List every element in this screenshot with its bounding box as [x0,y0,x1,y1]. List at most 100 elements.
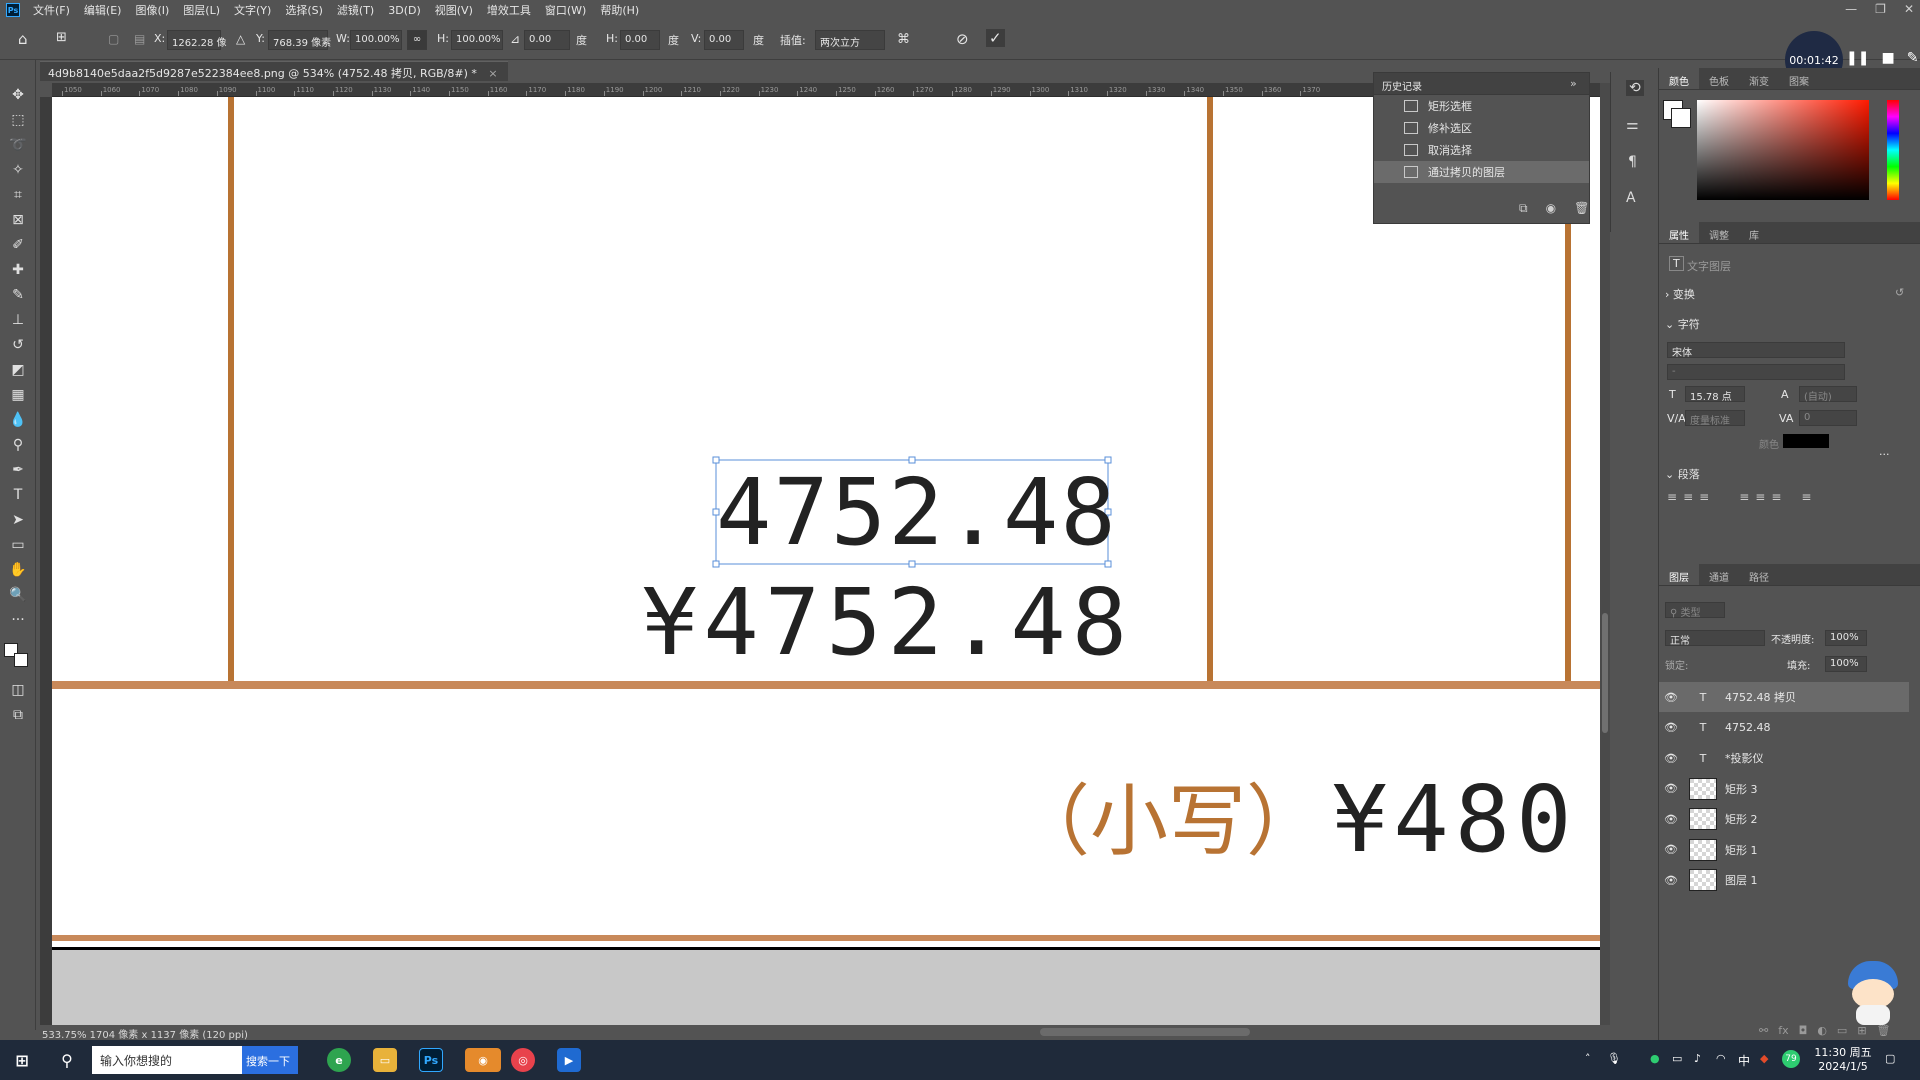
layer-row[interactable]: 👁 T 4752.48 [1659,713,1909,743]
type-tool-icon[interactable]: T [7,485,29,505]
wechat-app-icon[interactable]: ◉ [465,1048,501,1072]
stamp-tool-icon[interactable]: ⊥ [7,310,29,330]
paragraph-section[interactable]: ⌄ 段落 [1665,466,1700,482]
move-tool-icon[interactable]: ✥ [7,85,29,105]
fill-field[interactable]: 100% [1825,656,1867,672]
menu-view[interactable]: 视图(V) [428,2,480,18]
cancel-transform-icon[interactable]: ⊘ [956,30,969,48]
vertical-scrollbar[interactable] [1600,83,1610,1025]
transform-section[interactable]: › 变换 [1665,286,1695,302]
rectangle-tool-icon[interactable]: ▭ [7,535,29,555]
reference-toggle-icon[interactable]: ▤ [134,32,145,46]
recorder-app-icon[interactable]: ▶ [557,1048,581,1072]
adjustments-icon[interactable]: ⚌ [1626,117,1639,133]
layer-row[interactable]: 👁 矩形 3 [1659,774,1909,804]
visibility-eye-icon[interactable]: 👁 [1659,782,1683,795]
visibility-eye-icon[interactable]: 👁 [1659,752,1683,765]
justify-left-icon[interactable]: ≡ [1739,490,1749,504]
menu-select[interactable]: 选择(S) [278,2,330,18]
volume-icon[interactable]: ♪ [1694,1052,1701,1065]
hue-slider[interactable] [1887,100,1899,200]
add-mask-icon[interactable]: ◘ [1799,1024,1808,1037]
new-document-from-state-icon[interactable]: ⧉ [1519,201,1528,216]
layer-row[interactable]: 👁 T *投影仪 [1659,743,1909,773]
tab-libraries[interactable]: 库 [1739,222,1769,243]
history-item-selected[interactable]: 通过拷贝的图层 [1374,161,1589,183]
relative-position-icon[interactable]: △ [236,32,245,46]
music-app-icon[interactable]: ◎ [511,1048,535,1072]
magic-wand-tool-icon[interactable]: ✧ [7,160,29,180]
path-select-tool-icon[interactable]: ➤ [7,510,29,530]
close-tab-icon[interactable]: × [488,67,497,80]
tab-adjustments[interactable]: 调整 [1699,222,1739,243]
wechat-tray-icon[interactable]: ● [1650,1052,1660,1065]
close-icon[interactable]: ✕ [1904,2,1914,16]
document-tab[interactable]: 4d9b8140e5daa2f5d9287e522384ee8.png @ 53… [40,61,508,81]
restore-icon[interactable]: ❐ [1875,2,1886,16]
layer-row[interactable]: 👁 矩形 2 [1659,804,1909,834]
history-brush-tool-icon[interactable]: ↺ [7,335,29,355]
reference-grid-icon[interactable]: ▢ [108,32,119,46]
delete-state-icon[interactable]: 🗑 [1574,201,1589,216]
blur-tool-icon[interactable]: 💧 [7,410,29,430]
x-position-field[interactable]: 1262.28 像 [167,30,227,50]
screen-mode-icon[interactable]: ⧉ [7,705,29,725]
browser-app-icon[interactable]: e [327,1048,351,1072]
more-tools-icon[interactable]: ··· [7,610,29,630]
reference-point-icon[interactable]: ⊞ [56,30,67,45]
eraser-tool-icon[interactable]: ◩ [7,360,29,380]
menu-edit[interactable]: 编辑(E) [77,2,129,18]
marquee-tool-icon[interactable]: ⬚ [7,110,29,130]
pause-icon[interactable]: ❚❚ [1846,50,1869,66]
blend-mode-select[interactable]: 正常 [1665,630,1765,647]
eyedropper-tool-icon[interactable]: ✐ [7,235,29,255]
zoom-tool-icon[interactable]: 🔍 [7,585,29,605]
menu-filter[interactable]: 滤镜(T) [330,2,381,18]
stop-icon[interactable]: ■ [1881,50,1894,66]
layer-filter-select[interactable]: ⚲ 类型 [1665,602,1725,619]
justify-all-icon[interactable]: ≡ [1801,490,1811,504]
kerning-field[interactable]: 度量标准 [1685,410,1745,427]
text-color-swatch[interactable] [1783,434,1829,448]
interpolation-select[interactable]: 两次立方 [815,30,885,50]
tab-layers[interactable]: 图层 [1659,564,1699,585]
quick-mask-icon[interactable]: ◫ [7,680,29,700]
layer-row[interactable]: 👁 T 4752.48 拷贝 [1659,682,1909,712]
horizontal-scrollbar[interactable] [1040,1028,1250,1036]
menu-file[interactable]: 文件(F) [26,2,77,18]
warp-icon[interactable]: ⌘ [897,32,910,47]
visibility-eye-icon[interactable]: 👁 [1659,691,1683,704]
pen-tool-icon[interactable]: ✒ [7,460,29,480]
history-item[interactable]: 取消选择 [1374,139,1589,161]
history-item[interactable]: 矩形选框 [1374,95,1589,117]
y-position-field[interactable]: 768.39 像素 [268,30,331,50]
character-section[interactable]: ⌄ 字符 [1665,316,1700,332]
windows-start-icon[interactable]: ⊞ [10,1048,34,1072]
clock[interactable]: 11:30 周五 2024/1/5 [1810,1044,1876,1073]
document-canvas[interactable]: 4752.48 ¥4752.48 （小写） ¥480 [52,97,1600,1025]
home-icon[interactable]: ⌂ [18,30,28,48]
character-icon[interactable]: A [1626,190,1636,206]
align-left-icon[interactable]: ≡ [1667,490,1677,504]
leading-field[interactable]: (自动) [1799,386,1857,403]
menu-plugins[interactable]: 增效工具 [480,2,538,18]
dodge-tool-icon[interactable]: ⚲ [7,435,29,455]
menu-image[interactable]: 图像(I) [128,2,176,18]
paragraph-icon[interactable]: ¶ [1628,154,1637,170]
ime-indicator[interactable]: 中 [1738,1052,1750,1069]
minimize-icon[interactable]: — [1845,2,1857,16]
notification-icon[interactable]: ▢ [1885,1052,1895,1065]
visibility-eye-icon[interactable]: 👁 [1659,721,1683,734]
tab-gradients[interactable]: 渐变 [1739,68,1779,89]
align-center-icon[interactable]: ≡ [1683,490,1693,504]
menu-help[interactable]: 帮助(H) [593,2,646,18]
tracking-field[interactable]: 0 [1799,410,1857,426]
visibility-eye-icon[interactable]: 👁 [1659,813,1683,826]
menu-3d[interactable]: 3D(D) [381,4,428,17]
battery-badge[interactable]: 79 [1782,1050,1800,1068]
layer-row[interactable]: 👁 图层 1 [1659,865,1909,895]
brush-tool-icon[interactable]: ✎ [7,285,29,305]
color-picker-field[interactable] [1697,100,1869,200]
commit-transform-icon[interactable]: ✓ [986,29,1005,47]
angle-field[interactable]: 0.00 [524,30,570,50]
